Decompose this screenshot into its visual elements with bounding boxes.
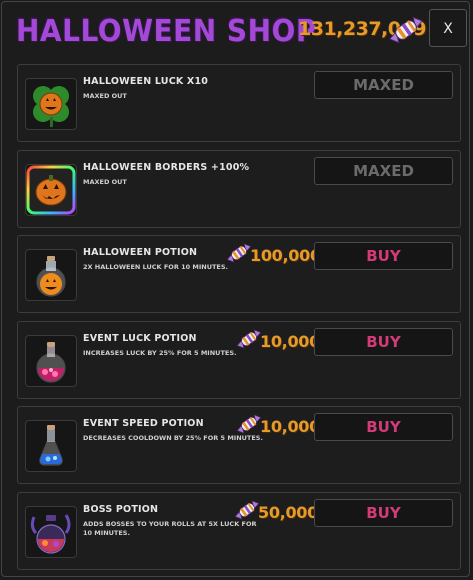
pumpkin-clover-icon [25, 78, 77, 130]
candy-icon [234, 497, 260, 523]
item-name: HALLOWEEN BORDERS +100% [83, 162, 250, 173]
item-description: MAXED OUT [83, 178, 127, 186]
buy-button[interactable]: BUY [314, 328, 453, 356]
item-description: MAXED OUT [83, 92, 127, 100]
item-description: INCREASES LUCK BY 25% FOR 5 MINUTES. [83, 349, 237, 357]
pink-potion-icon [25, 335, 77, 387]
item-name: EVENT LUCK POTION [83, 333, 197, 344]
shop-item-halloween-borders: HALLOWEEN BORDERS +100% MAXED OUT MAXED [17, 150, 461, 228]
shop-item-event-luck-potion: EVENT LUCK POTION INCREASES LUCK BY 25% … [17, 321, 461, 399]
item-name: HALLOWEEN LUCK X10 [83, 76, 209, 87]
item-name: HALLOWEEN POTION [83, 247, 198, 258]
shop-window: HALLOWEEN SHOP 131,237,049 X HALLOWEEN L… [1, 1, 470, 577]
blue-potion-icon [25, 420, 77, 472]
candy-icon [236, 326, 262, 352]
item-price: 50,000 [258, 503, 318, 522]
item-name: EVENT SPEED POTION [83, 418, 204, 429]
close-button[interactable]: X [429, 9, 467, 47]
shop-title: HALLOWEEN SHOP [16, 12, 317, 49]
item-price: 100,000 [250, 246, 321, 265]
item-price: 10,000 [260, 417, 320, 436]
shop-item-halloween-luck: HALLOWEEN LUCK X10 MAXED OUT MAXED [17, 64, 461, 142]
shop-item-boss-potion: BOSS POTION ADDS BOSSES TO YOUR ROLLS AT… [17, 492, 461, 570]
buy-button[interactable]: BUY [314, 413, 453, 441]
candy-icon [236, 411, 262, 437]
pumpkin-border-icon [25, 164, 77, 216]
shop-item-halloween-potion: HALLOWEEN POTION 2X HALLOWEEN LUCK FOR 1… [17, 235, 461, 313]
buy-button[interactable]: BUY [314, 499, 453, 527]
maxed-button[interactable]: MAXED [314, 157, 453, 185]
pumpkin-potion-icon [25, 249, 77, 301]
shop-item-event-speed-potion: EVENT SPEED POTION DECREASES COOLDOWN BY… [17, 406, 461, 484]
buy-button[interactable]: BUY [314, 242, 453, 270]
candy-icon [388, 12, 424, 48]
item-name: BOSS POTION [83, 504, 159, 515]
maxed-button[interactable]: MAXED [314, 71, 453, 99]
item-price: 10,000 [260, 332, 320, 351]
boss-potion-icon [25, 506, 77, 558]
item-description: ADDS BOSSES TO YOUR ROLLS AT 5X LUCK FOR… [83, 520, 257, 537]
candy-icon [226, 240, 252, 266]
